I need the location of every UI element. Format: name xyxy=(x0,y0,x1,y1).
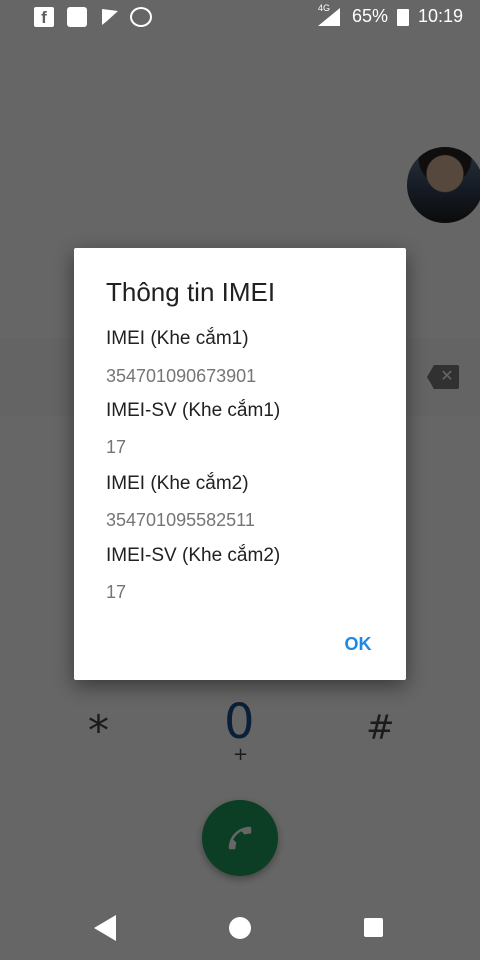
maps-icon xyxy=(67,7,87,27)
imei-sv-slot1-value: 17 xyxy=(106,437,127,457)
status-bar: f 4G 65% 10:19 xyxy=(0,0,480,34)
home-icon[interactable] xyxy=(229,917,251,939)
signal-icon xyxy=(318,8,340,26)
back-icon[interactable] xyxy=(94,915,118,941)
check-icon xyxy=(102,9,118,25)
battery-percent: 65% xyxy=(352,6,389,26)
imei-sv-slot1-label: IMEI-SV (Khe cắm1) xyxy=(106,400,281,421)
recents-icon[interactable] xyxy=(364,918,383,937)
imei-slot1-value: 354701090673901 xyxy=(106,366,257,386)
imei-sv-slot2-label: IMEI-SV (Khe cắm2) xyxy=(106,545,281,566)
imei-dialog: Thông tin IMEI IMEI (Khe cắm1) 354701090… xyxy=(74,248,406,680)
facebook-icon: f xyxy=(34,7,54,27)
dialog-title: Thông tin IMEI xyxy=(106,277,276,307)
imei-slot2-label: IMEI (Khe cắm2) xyxy=(106,473,249,494)
clock: 10:19 xyxy=(418,6,464,26)
imei-slot1-label: IMEI (Khe cắm1) xyxy=(106,328,249,349)
imei-sv-slot2-value: 17 xyxy=(106,582,127,602)
battery-icon xyxy=(397,9,409,26)
messenger-icon xyxy=(130,7,152,27)
imei-slot2-value: 354701095582511 xyxy=(106,510,255,530)
ok-button[interactable]: OK xyxy=(326,627,390,661)
